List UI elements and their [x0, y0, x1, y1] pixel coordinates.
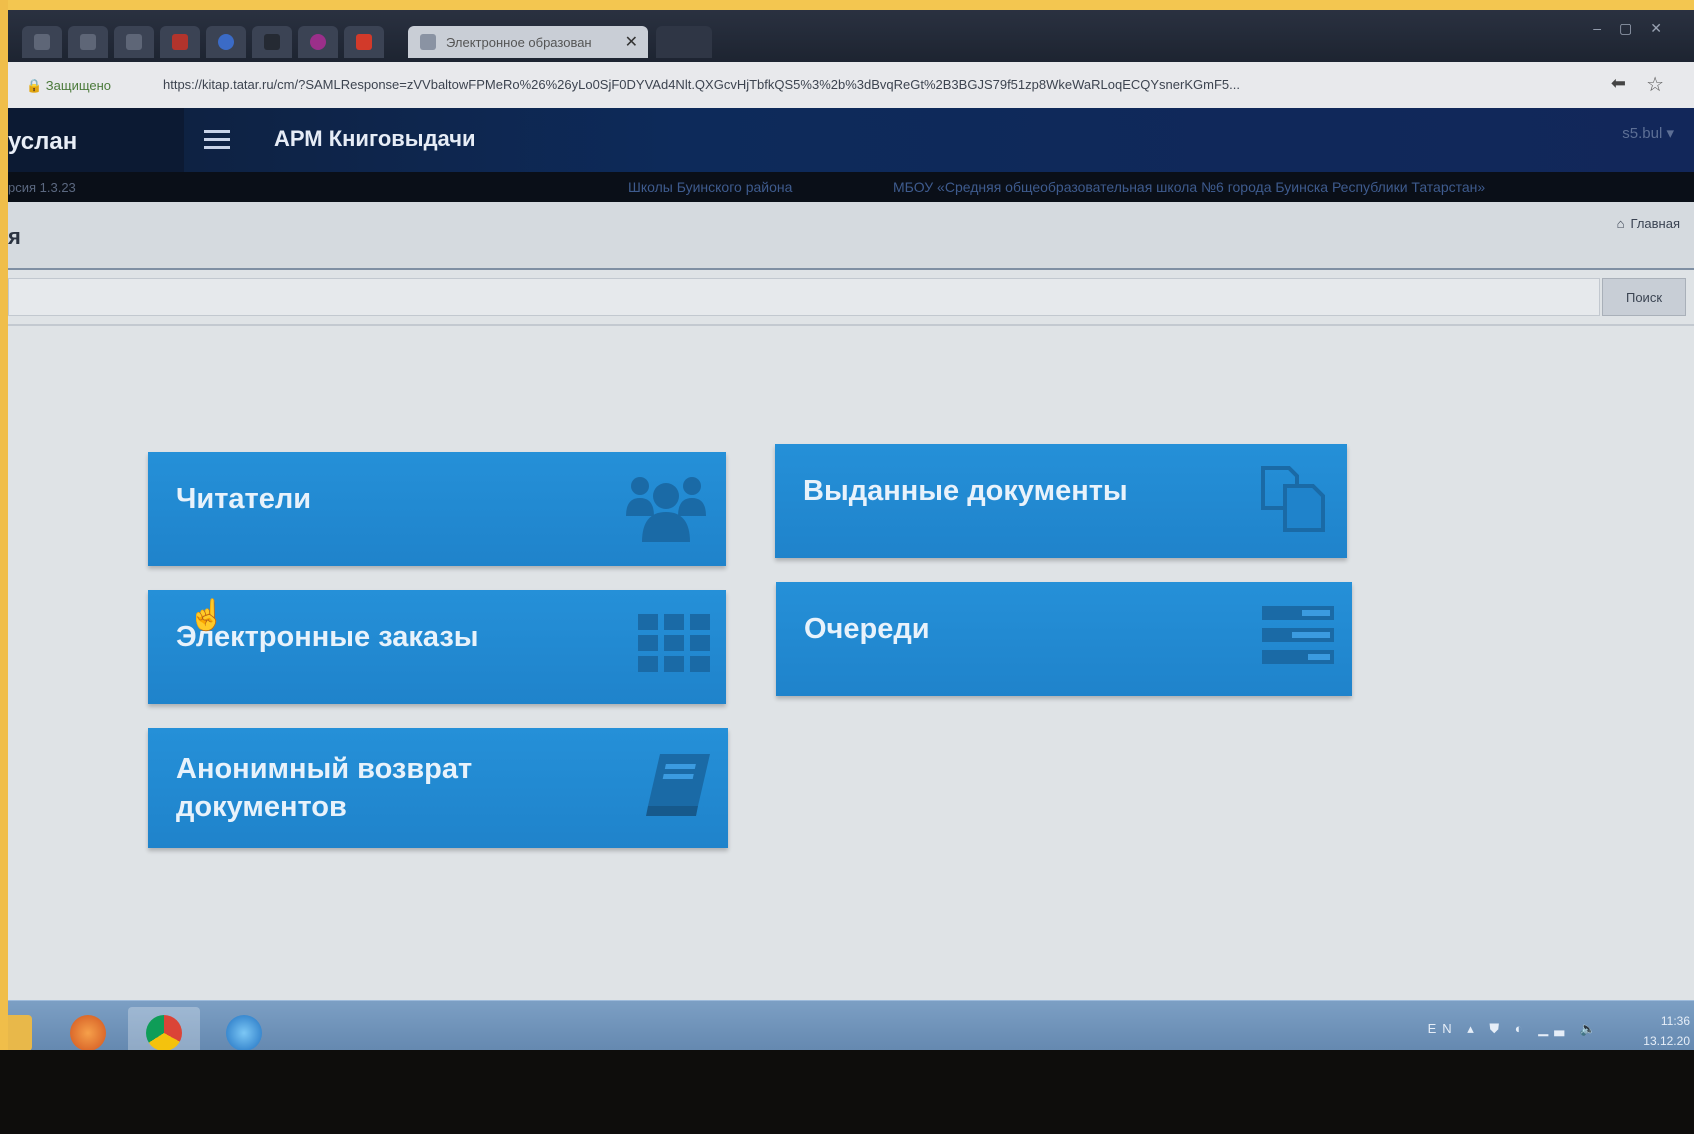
- tab-favicon-icon: [172, 34, 188, 50]
- hamburger-menu-icon[interactable]: [204, 130, 230, 150]
- copy-documents-icon: [1259, 464, 1329, 534]
- taskbar-explorer-button[interactable]: [8, 1007, 50, 1050]
- browser-tab[interactable]: [344, 26, 384, 58]
- windows-taskbar: EN ▴ ⛊ ◐ ▁▃ 🔈 11:36 13.12.20: [8, 1000, 1694, 1050]
- tab-favicon-icon: [80, 34, 96, 50]
- internet-explorer-icon: [226, 1015, 262, 1050]
- app-version: рсия 1.3.23: [8, 180, 76, 195]
- tab-favicon-icon: [264, 34, 280, 50]
- tile-label: Очереди: [804, 613, 930, 645]
- new-tab-button[interactable]: [656, 26, 712, 58]
- app-header: услан АРМ Книговыдачи s5.bul ▾: [8, 108, 1694, 172]
- tab-favicon-icon: [34, 34, 50, 50]
- language-indicator[interactable]: EN: [1428, 1021, 1458, 1036]
- app-title: АРМ Книговыдачи: [274, 126, 476, 151]
- browser-tab[interactable]: [298, 26, 338, 58]
- taskbar-ie-button[interactable]: [208, 1007, 280, 1050]
- bookmark-star-icon[interactable]: ☆: [1646, 72, 1664, 97]
- tab-favicon-icon: [420, 34, 436, 50]
- app-subheader: рсия 1.3.23 Школы Буинского района МБОУ …: [8, 172, 1694, 202]
- tab-favicon-icon: [218, 34, 234, 50]
- home-icon: ⌂: [1616, 216, 1625, 231]
- mouse-pointer-icon: ☝: [188, 599, 226, 632]
- user-menu[interactable]: s5.bul ▾: [1622, 124, 1674, 142]
- page-title: я: [8, 224, 21, 249]
- tile-queues[interactable]: Очереди: [776, 582, 1352, 696]
- book-icon: [646, 754, 712, 818]
- folder-icon: [8, 1015, 32, 1050]
- url-text[interactable]: https://kitap.tatar.ru/cm/?SAMLResponse=…: [163, 77, 1583, 92]
- taskbar-clock[interactable]: 11:36 13.12.20: [1643, 1011, 1690, 1050]
- page-header: я ⌂ Главная: [8, 202, 1694, 270]
- clock-date: 13.12.20: [1643, 1034, 1690, 1048]
- secure-indicator[interactable]: 🔒 Защищено: [26, 78, 111, 94]
- tab-favicon-icon: [356, 34, 372, 50]
- tab-title: Электронное образован: [446, 35, 592, 50]
- grid-icon: [638, 614, 710, 672]
- browser-tab-active[interactable]: Электронное образован ✕: [408, 26, 648, 58]
- tab-favicon-icon: [310, 34, 326, 50]
- school-name[interactable]: МБОУ «Средняя общеобразовательная школа …: [893, 179, 1485, 195]
- tile-readers[interactable]: Читатели: [148, 452, 726, 566]
- monitor-screen: Электронное образован ✕ –▢✕ 🔒 Защищено h…: [8, 10, 1694, 1050]
- tile-label: Анонимный возврат документов: [176, 753, 473, 823]
- browser-tab[interactable]: [68, 26, 108, 58]
- taskbar-media-player-button[interactable]: [52, 1007, 124, 1050]
- tab-favicon-icon: [126, 34, 142, 50]
- district-link[interactable]: Школы Буинского района: [628, 179, 792, 195]
- tile-issued-documents[interactable]: Выданные документы: [775, 444, 1347, 558]
- taskbar-chrome-button[interactable]: [128, 1007, 200, 1050]
- browser-tab[interactable]: [206, 26, 246, 58]
- browser-tab-strip: Электронное образован ✕ –▢✕: [8, 10, 1694, 62]
- tile-label: Читатели: [176, 483, 312, 515]
- tile-anonymous-return[interactable]: Анонимный возврат документов: [148, 728, 728, 848]
- browser-tab[interactable]: [252, 26, 292, 58]
- arrow-left-icon[interactable]: ⬅: [1611, 73, 1626, 94]
- chrome-icon: [146, 1015, 182, 1050]
- home-link-label: Главная: [1630, 216, 1680, 231]
- photo-frame-top: [0, 0, 1694, 10]
- address-bar[interactable]: 🔒 Защищено https://kitap.tatar.ru/cm/?SA…: [8, 62, 1694, 109]
- search-row: Поиск: [8, 274, 1694, 326]
- window-controls[interactable]: –▢✕: [1593, 20, 1680, 37]
- search-button[interactable]: Поиск: [1602, 278, 1686, 316]
- brand-area: услан: [8, 108, 184, 172]
- browser-tab[interactable]: [160, 26, 200, 58]
- monitor-bezel: [0, 1050, 1694, 1134]
- tile-label: Электронные заказы: [176, 621, 479, 653]
- media-player-icon: [70, 1015, 106, 1050]
- browser-tab[interactable]: [22, 26, 62, 58]
- users-icon: [626, 472, 706, 544]
- browser-tab[interactable]: [114, 26, 154, 58]
- system-tray[interactable]: EN ▴ ⛊ ◐ ▁▃ 🔈: [1428, 1021, 1602, 1037]
- tile-label: Выданные документы: [803, 475, 1128, 507]
- tab-close-icon[interactable]: ✕: [625, 32, 638, 52]
- home-link[interactable]: ⌂ Главная: [1617, 216, 1680, 231]
- photo-frame-left: [0, 0, 8, 1134]
- list-icon: [1262, 606, 1334, 664]
- clock-time: 11:36: [1660, 1014, 1690, 1028]
- search-input[interactable]: [8, 278, 1600, 316]
- brand-name: услан: [8, 128, 78, 155]
- tile-electronic-orders[interactable]: Электронные заказы: [148, 590, 726, 704]
